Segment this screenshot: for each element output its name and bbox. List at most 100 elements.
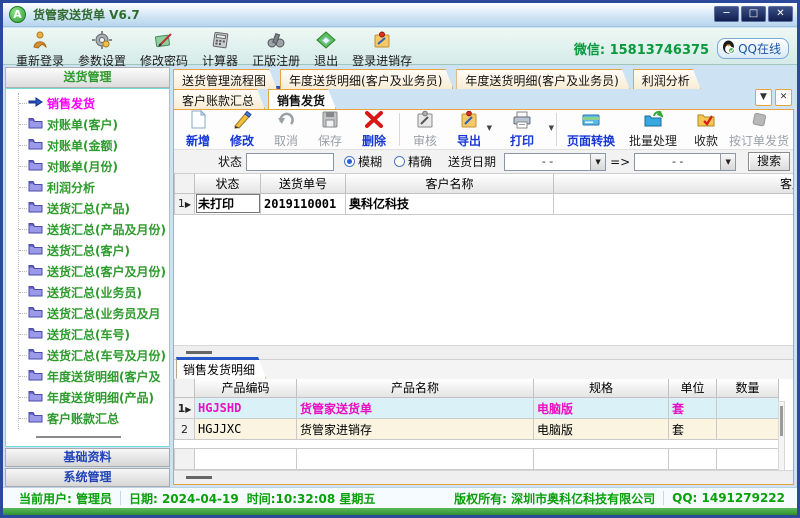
col-address[interactable]: 客户地址 xyxy=(554,174,794,193)
col-order-no[interactable]: 送货单号 xyxy=(261,174,346,193)
col-product-name[interactable]: 产品名称 xyxy=(297,379,534,398)
detail-grid-row[interactable]: 1▶ HGJSHD 货管家送货单 电脑版 套 xyxy=(175,398,779,419)
col-customer[interactable]: 客户名称 xyxy=(346,174,554,193)
delete-button[interactable]: 删除 xyxy=(352,111,396,148)
person-icon xyxy=(30,31,50,52)
qq-online-button[interactable]: QQ在线 xyxy=(717,38,789,59)
sidebar-button-base-data[interactable]: 基础资料 xyxy=(5,448,170,467)
cell-status[interactable]: 未打印 xyxy=(195,193,261,214)
new-button[interactable]: 新增 xyxy=(176,111,220,148)
sidebar-button-system-management[interactable]: 系统管理 xyxy=(5,468,170,487)
search-button[interactable]: 搜索 xyxy=(748,152,790,171)
print-button[interactable]: 打印 ▼ xyxy=(491,111,553,148)
qq-penguin-icon xyxy=(722,40,735,57)
col-status[interactable]: 状态 xyxy=(195,174,261,193)
status-input[interactable] xyxy=(246,153,334,171)
col-qty[interactable]: 数量 xyxy=(717,379,779,398)
sidebar-splitter[interactable] xyxy=(36,436,121,438)
detail-grid-header: 产品编码 产品名称 规格 单位 数量 xyxy=(175,379,779,398)
maximize-button[interactable]: □ xyxy=(741,6,766,22)
cell-unit[interactable]: 套 xyxy=(669,419,717,440)
cell-spec[interactable]: 电脑版 xyxy=(534,419,669,440)
undo-arrow-icon xyxy=(276,110,296,132)
col-spec[interactable]: 规格 xyxy=(534,379,669,398)
detail-vertical-scrollbar[interactable] xyxy=(778,401,785,471)
document-tab[interactable]: 年度送货明细(客户及业务员) xyxy=(456,69,629,89)
col-unit[interactable]: 单位 xyxy=(669,379,717,398)
exit-button[interactable]: 退出 xyxy=(307,30,345,70)
scrollbar-thumb[interactable] xyxy=(186,351,212,354)
sidebar-tree-item[interactable]: 利润分析 xyxy=(19,177,169,198)
printer-icon xyxy=(512,110,532,132)
folder-icon xyxy=(28,201,43,216)
export-note-icon xyxy=(459,110,479,132)
sidebar-tree-item[interactable]: 对账单(客户) xyxy=(19,114,169,135)
cell-qty[interactable] xyxy=(717,419,779,440)
close-button[interactable]: ✕ xyxy=(768,6,793,22)
cell-product-name[interactable]: 货管家进销存 xyxy=(297,419,534,440)
cell-qty[interactable] xyxy=(717,398,779,419)
cell-unit[interactable]: 套 xyxy=(669,398,717,419)
export-button[interactable]: 导出 ▼ xyxy=(447,111,491,148)
sidebar-tree-item[interactable]: 送货汇总(客户) xyxy=(19,240,169,261)
tab-sales-delivery[interactable]: 销售发货 xyxy=(268,89,336,109)
main-panel: 送货管理流程图 年度送货明细(客户及业务员) 年度送货明细(客户及业务员) 利润… xyxy=(173,69,794,485)
receipt-button[interactable]: 收款 xyxy=(684,111,728,148)
calculator-button[interactable]: 计算器 xyxy=(195,30,245,70)
ship-by-order-button[interactable]: 按订单发货 xyxy=(728,111,790,148)
login-jxc-button[interactable]: 登录进销存 xyxy=(345,30,419,70)
document-tab[interactable]: 送货管理流程图 xyxy=(173,69,277,89)
sidebar-tree-item[interactable]: 年度送货明细(客户及 xyxy=(19,366,169,387)
sidebar-tree-item[interactable]: 送货汇总(业务员) xyxy=(19,282,169,303)
save-button[interactable]: 保存 xyxy=(308,111,352,148)
cell-address[interactable] xyxy=(554,193,794,214)
sidebar-tree-item[interactable]: 对账单(月份) xyxy=(19,156,169,177)
fuzzy-radio[interactable]: 模糊 xyxy=(344,153,382,170)
relogin-button[interactable]: 重新登录 xyxy=(9,30,71,70)
register-button[interactable]: 正版注册 xyxy=(245,30,307,70)
sidebar-tree-item[interactable]: 送货汇总(车号及月份) xyxy=(19,345,169,366)
change-password-button[interactable]: 修改密码 xyxy=(133,30,195,70)
date-to-select[interactable]: - -▼ xyxy=(634,153,736,171)
cell-order-no[interactable]: 2019110001 xyxy=(261,193,346,214)
page-convert-button[interactable]: 页面转换 xyxy=(560,111,622,148)
scrollbar-thumb[interactable] xyxy=(186,476,212,479)
audit-button[interactable]: 审核 xyxy=(403,111,447,148)
sidebar-tree-item[interactable]: 送货汇总(业务员及月 xyxy=(19,303,169,324)
master-horizontal-scrollbar[interactable] xyxy=(174,345,793,359)
col-product-code[interactable]: 产品编码 xyxy=(195,379,297,398)
cell-product-code[interactable]: HGJSHD xyxy=(195,398,297,419)
cell-product-name[interactable]: 货管家送货单 xyxy=(297,398,534,419)
modify-button[interactable]: 修改 xyxy=(220,111,264,148)
settings-button[interactable]: 参数设置 xyxy=(71,30,133,70)
detail-horizontal-scrollbar[interactable] xyxy=(174,470,793,484)
tab-dropdown-button[interactable]: ▼ xyxy=(755,89,772,106)
sidebar-tree-item[interactable]: 年度送货明细(产品) xyxy=(19,387,169,408)
tab-customer-balance-summary[interactable]: 客户账款汇总 xyxy=(173,89,265,109)
tab-sales-delivery-detail[interactable]: 销售发货明细 xyxy=(176,357,266,379)
detail-grid-row[interactable]: 2 HGJJXC 货管家进销存 电脑版 套 xyxy=(175,419,779,440)
cell-customer[interactable]: 奥科亿科技 xyxy=(346,193,554,214)
cell-product-code[interactable]: HGJJXC xyxy=(195,419,297,440)
sidebar-tree-item[interactable]: 送货汇总(产品) xyxy=(19,198,169,219)
sidebar-tree-item[interactable]: 送货汇总(产品及月份) xyxy=(19,219,169,240)
batch-process-button[interactable]: 批量处理 xyxy=(622,111,684,148)
sidebar-tree-item[interactable]: 销售发货 xyxy=(19,93,169,114)
print-dropdown-arrow[interactable]: ▼ xyxy=(549,124,554,132)
sidebar-header-delivery-management[interactable]: 送货管理 xyxy=(5,67,170,88)
date-from-select[interactable]: - -▼ xyxy=(504,153,606,171)
sidebar-tree-item[interactable]: 对账单(金额) xyxy=(19,135,169,156)
title-bar: A 货管家送货单 V6.7 ─ □ ✕ xyxy=(3,3,797,27)
cancel-button[interactable]: 取消 xyxy=(264,111,308,148)
minimize-button[interactable]: ─ xyxy=(714,6,739,22)
cell-spec[interactable]: 电脑版 xyxy=(534,398,669,419)
sidebar-tree-item[interactable]: 送货汇总(车号) xyxy=(19,324,169,345)
document-tab[interactable]: 利润分析 xyxy=(633,69,701,89)
exact-radio[interactable]: 精确 xyxy=(394,153,432,170)
tab-close-button[interactable]: ✕ xyxy=(775,89,792,106)
master-grid-row[interactable]: 1▶ 未打印 2019110001 奥科亿科技 xyxy=(175,193,794,214)
sidebar-tree-item[interactable]: 送货汇总(客户及月份) xyxy=(19,261,169,282)
sidebar-tree-item[interactable]: 客户账款汇总 xyxy=(19,408,169,429)
document-tab[interactable]: 年度送货明细(客户及业务员) xyxy=(280,69,453,89)
scrollbar-thumb[interactable] xyxy=(780,406,783,436)
